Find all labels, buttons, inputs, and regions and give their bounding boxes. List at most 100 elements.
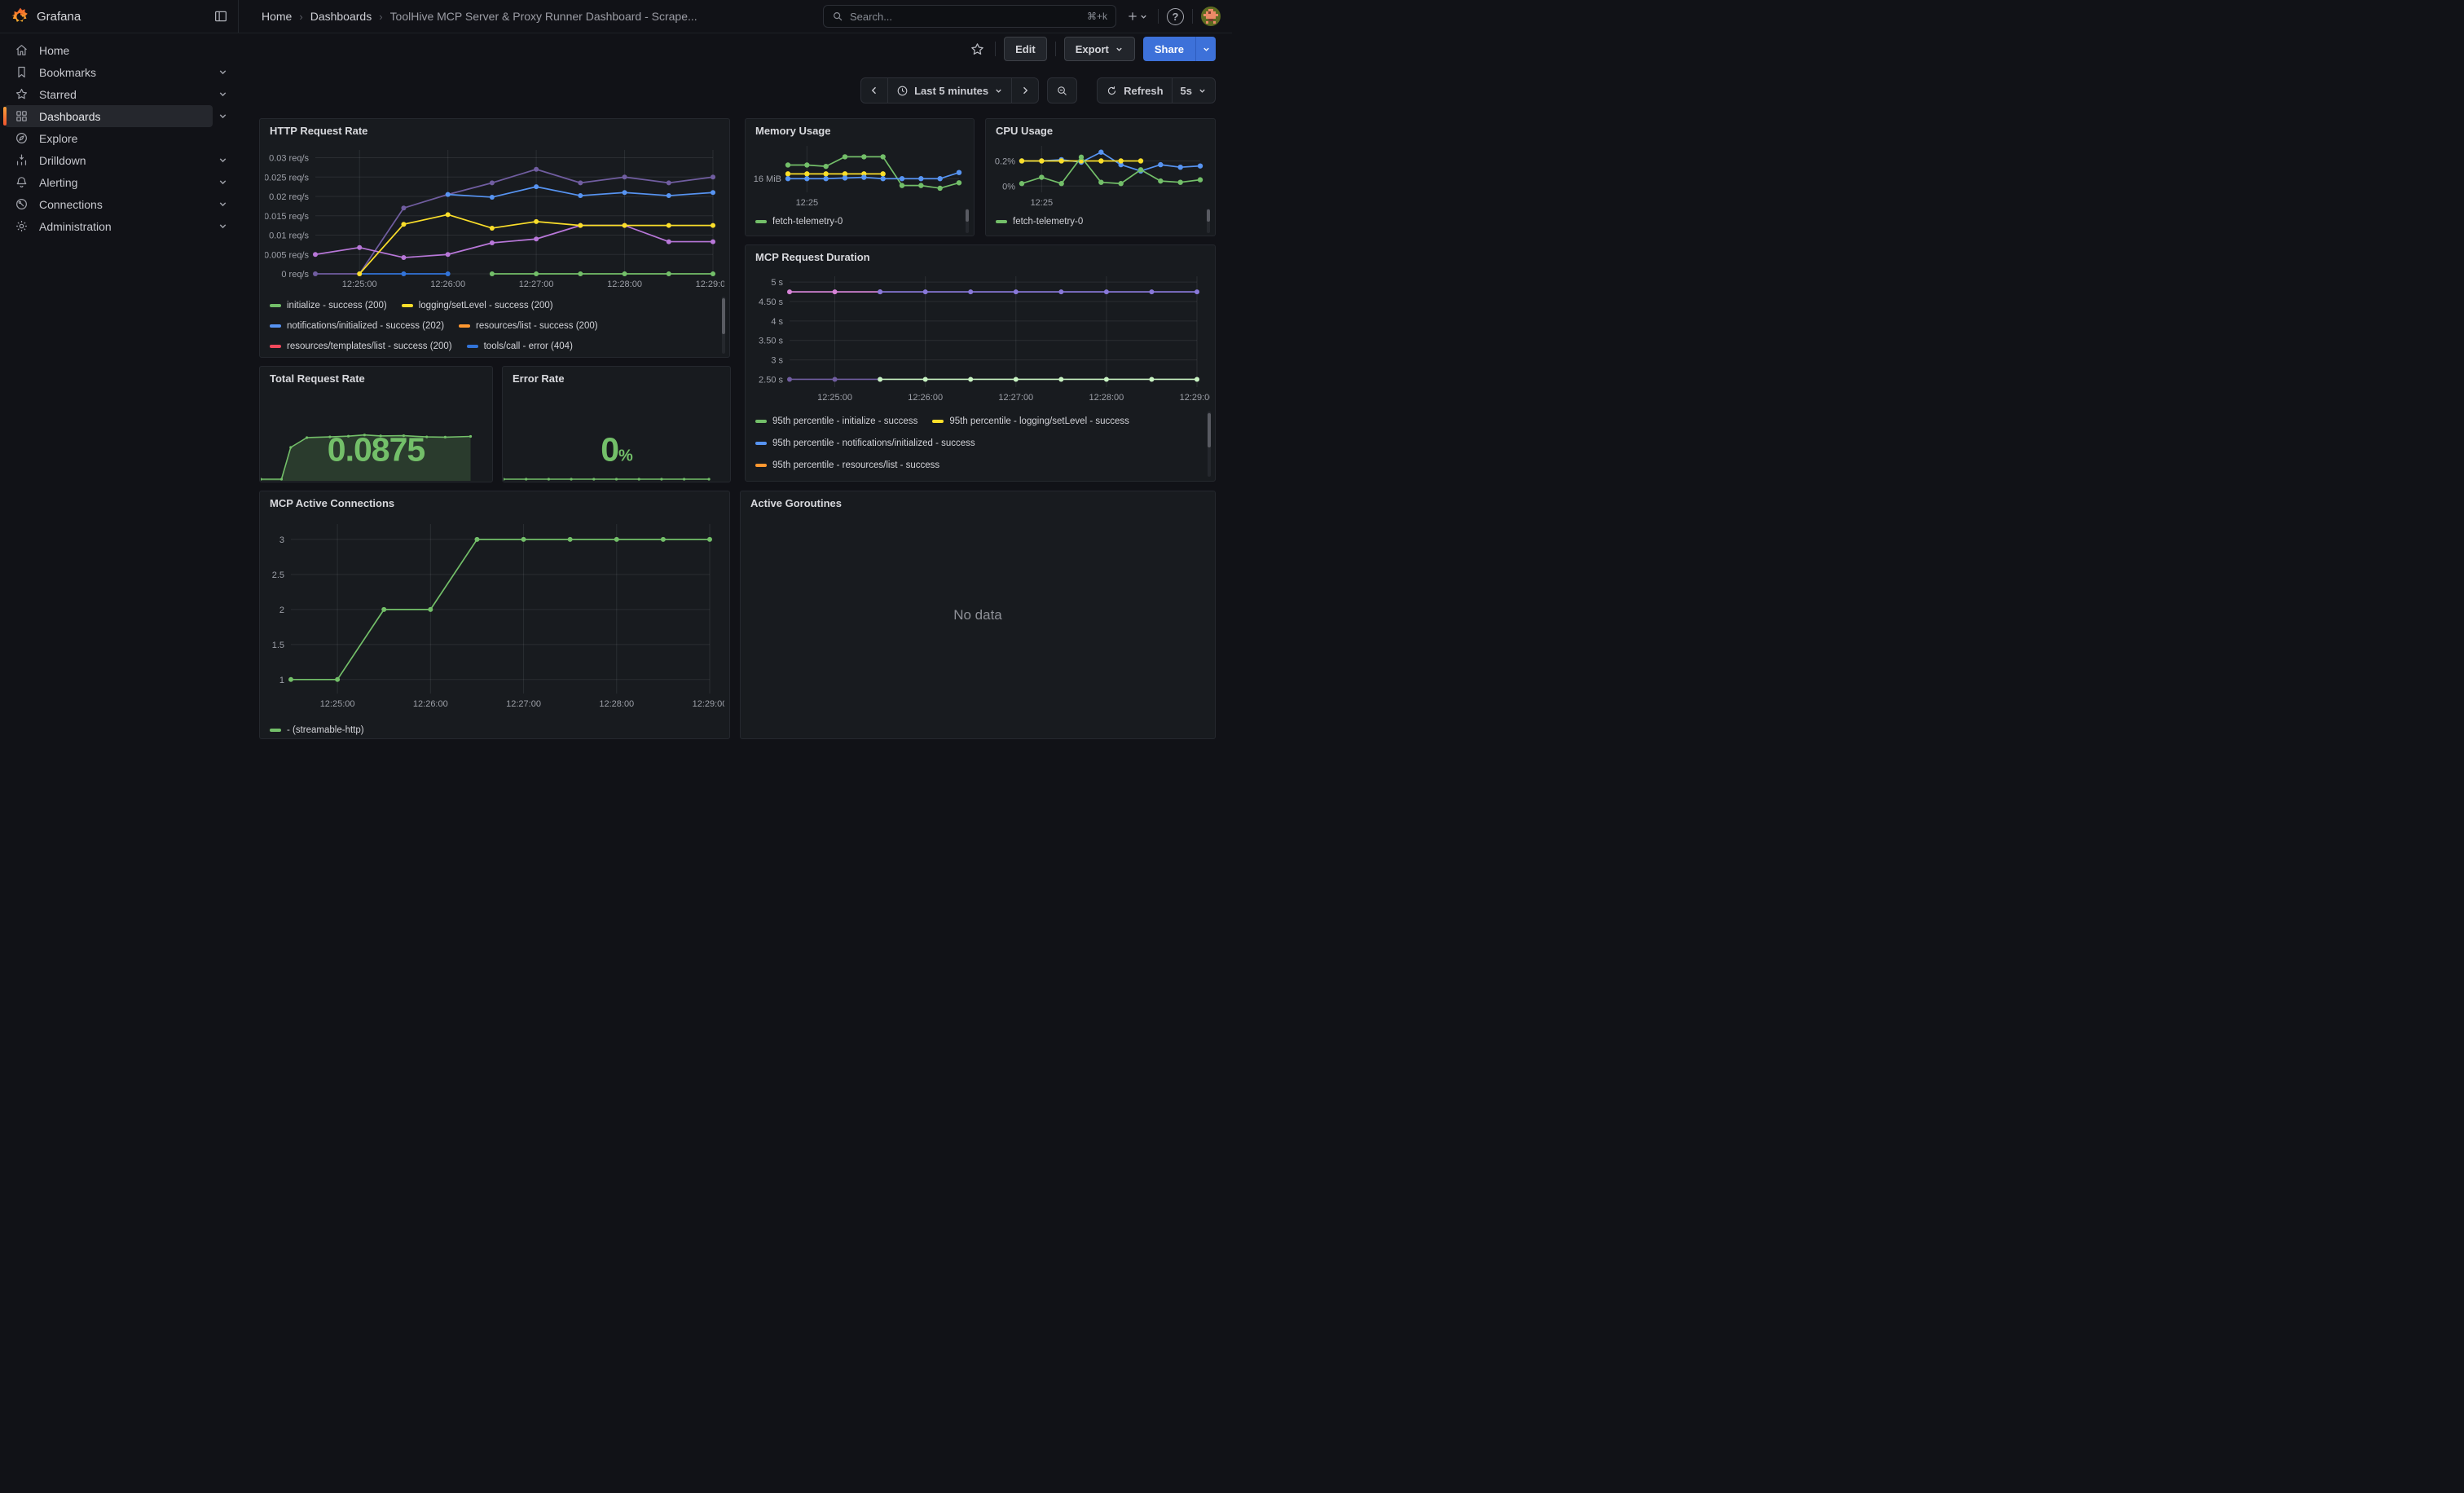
panel-title[interactable]: HTTP Request Rate	[260, 119, 729, 137]
gear-icon	[15, 219, 29, 233]
legend-series-swatch	[755, 464, 767, 467]
sidebar-item-label: Home	[39, 44, 206, 57]
legend-item[interactable]: fetch-telemetry-0	[755, 217, 843, 227]
legend-series-swatch	[755, 220, 767, 223]
legend-item[interactable]: 95th percentile - resources/list - succe…	[755, 460, 939, 470]
export-button[interactable]: Export	[1064, 37, 1135, 61]
grid-icon	[15, 109, 29, 123]
sidebar-item-home[interactable]: Home	[5, 39, 232, 61]
dock-sidebar-icon[interactable]	[212, 7, 230, 25]
chevron-down-icon[interactable]	[213, 67, 232, 77]
sidebar-item-label: Explore	[39, 132, 206, 145]
refresh-group: Refresh 5s	[1097, 77, 1216, 103]
share-button[interactable]: Share	[1143, 37, 1195, 61]
time-shift-back-button[interactable]	[861, 78, 887, 103]
time-range-picker[interactable]: Last 5 minutes	[887, 78, 1011, 103]
svg-text:2.50 s: 2.50 s	[759, 375, 783, 385]
legend-item[interactable]: notifications/initialized - success (202…	[270, 321, 444, 331]
sidebar-item-starred[interactable]: Starred	[5, 83, 232, 105]
breadcrumb: Home › Dashboards › ToolHive MCP Server …	[239, 10, 823, 23]
sidebar-item-label: Administration	[39, 220, 206, 233]
panel-title[interactable]: Memory Usage	[746, 119, 974, 137]
zoom-out-group	[1047, 77, 1077, 103]
breadcrumb-dashboards[interactable]: Dashboards	[310, 10, 372, 23]
chevron-down-icon[interactable]	[213, 111, 232, 121]
svg-text:12:25:00: 12:25:00	[342, 280, 377, 289]
brand-title[interactable]: Grafana	[37, 10, 205, 24]
breadcrumb-home[interactable]: Home	[262, 10, 292, 23]
legend-item[interactable]: 95th percentile - notifications/initiali…	[755, 438, 975, 448]
panel-title[interactable]: MCP Active Connections	[260, 491, 729, 509]
chevron-down-icon[interactable]	[213, 155, 232, 165]
svg-text:12:29:00: 12:29:00	[696, 280, 724, 289]
add-button[interactable]	[1124, 8, 1150, 24]
svg-text:2.5: 2.5	[272, 570, 284, 580]
chevron-down-icon	[1115, 45, 1124, 54]
cpu-usage-chart[interactable]: 12:250.2%0%	[989, 139, 1210, 209]
legend-item[interactable]: tools/call - error (404)	[467, 341, 573, 351]
panel-title[interactable]: MCP Request Duration	[746, 245, 1215, 263]
chevron-down-icon[interactable]	[213, 89, 232, 99]
mcp-request-duration-chart[interactable]: 12:25:0012:26:0012:27:0012:28:0012:29:00…	[750, 268, 1210, 408]
panel-title[interactable]: Total Request Rate	[260, 367, 492, 385]
sidebar-item-drilldown[interactable]: Drilldown	[5, 149, 232, 171]
legend-scrollbar-thumb[interactable]	[966, 209, 969, 222]
avatar[interactable]	[1201, 7, 1221, 26]
legend-item[interactable]: resources/list - success (200)	[459, 321, 598, 331]
panel-total-request-rate: Total Request Rate 0.0875	[259, 366, 493, 482]
chart-legend: fetch-telemetry-0	[996, 211, 1200, 232]
sidebar-item-alerting[interactable]: Alerting	[5, 171, 232, 193]
sidebar-item-connections[interactable]: Connections	[5, 193, 232, 215]
chevron-down-icon[interactable]	[213, 177, 232, 187]
refresh-interval-picker[interactable]: 5s	[1172, 78, 1215, 103]
help-icon[interactable]: ?	[1167, 8, 1184, 25]
search-input[interactable]: Search... ⌘+k	[823, 5, 1116, 28]
legend-item[interactable]: initialize - success (200)	[270, 301, 387, 310]
legend-scrollbar-thumb[interactable]	[1207, 209, 1210, 222]
panel-mcp-request-duration: MCP Request Duration 12:25:0012:26:0012:…	[745, 244, 1216, 482]
legend-scrollbar-thumb[interactable]	[722, 298, 725, 334]
panel-active-goroutines: Active Goroutines No data	[740, 491, 1216, 739]
http-request-rate-chart[interactable]: 12:25:0012:26:0012:27:0012:28:0012:29:00…	[265, 142, 724, 293]
svg-text:4.50 s: 4.50 s	[759, 297, 783, 307]
chevron-down-icon[interactable]	[213, 199, 232, 209]
panel-title[interactable]: Error Rate	[503, 367, 730, 385]
svg-text:12:27:00: 12:27:00	[998, 393, 1033, 403]
memory-usage-chart[interactable]: 12:2516 MiB	[749, 139, 969, 209]
panel-title[interactable]: CPU Usage	[986, 119, 1215, 137]
chevron-down-icon[interactable]	[213, 221, 232, 231]
refresh-button[interactable]: Refresh	[1098, 78, 1171, 103]
sidebar-item-administration[interactable]: Administration	[5, 215, 232, 237]
panel-cpu-usage: CPU Usage 12:250.2%0% fetch-telemetry-0	[985, 118, 1216, 236]
panel-mcp-active-connections: MCP Active Connections 12:25:0012:26:001…	[259, 491, 730, 739]
legend-item[interactable]: 95th percentile - logging/setLevel - suc…	[932, 416, 1129, 426]
star-icon	[15, 87, 29, 101]
divider	[995, 42, 996, 56]
legend-item[interactable]: - (streamable-http)	[270, 725, 364, 735]
legend-item[interactable]: fetch-telemetry-0	[996, 217, 1083, 227]
time-shift-forward-button[interactable]	[1011, 78, 1038, 103]
legend-series-swatch	[270, 345, 281, 348]
legend-series-swatch	[996, 220, 1007, 223]
sidebar-item-explore[interactable]: Explore	[5, 127, 232, 149]
mcp-active-connections-chart[interactable]: 12:25:0012:26:0012:27:0012:28:0012:29:00…	[265, 514, 724, 716]
stat-value: 0%	[503, 430, 730, 469]
top-nav: Grafana Home › Dashboards › ToolHive MCP…	[0, 0, 1232, 33]
share-dropdown-caret[interactable]	[1195, 37, 1216, 61]
favorite-star-icon[interactable]	[968, 40, 987, 59]
chart-legend: fetch-telemetry-0	[755, 211, 959, 232]
nav-left: Grafana	[0, 0, 239, 33]
sidebar-item-bookmarks[interactable]: Bookmarks	[5, 61, 232, 83]
refresh-icon	[1106, 85, 1118, 97]
legend-scrollbar-thumb[interactable]	[1208, 413, 1211, 447]
legend-item[interactable]: 95th percentile - initialize - success	[755, 416, 917, 426]
edit-button[interactable]: Edit	[1004, 37, 1047, 61]
svg-text:12:26:00: 12:26:00	[430, 280, 465, 289]
legend-item[interactable]: logging/setLevel - success (200)	[402, 301, 553, 310]
svg-text:1: 1	[279, 676, 284, 685]
zoom-out-button[interactable]	[1048, 78, 1076, 103]
sidebar-item-label: Connections	[39, 198, 206, 211]
grafana-logo-icon[interactable]	[11, 7, 29, 25]
legend-item[interactable]: resources/templates/list - success (200)	[270, 341, 452, 351]
sidebar-item-dashboards[interactable]: Dashboards	[5, 105, 232, 127]
